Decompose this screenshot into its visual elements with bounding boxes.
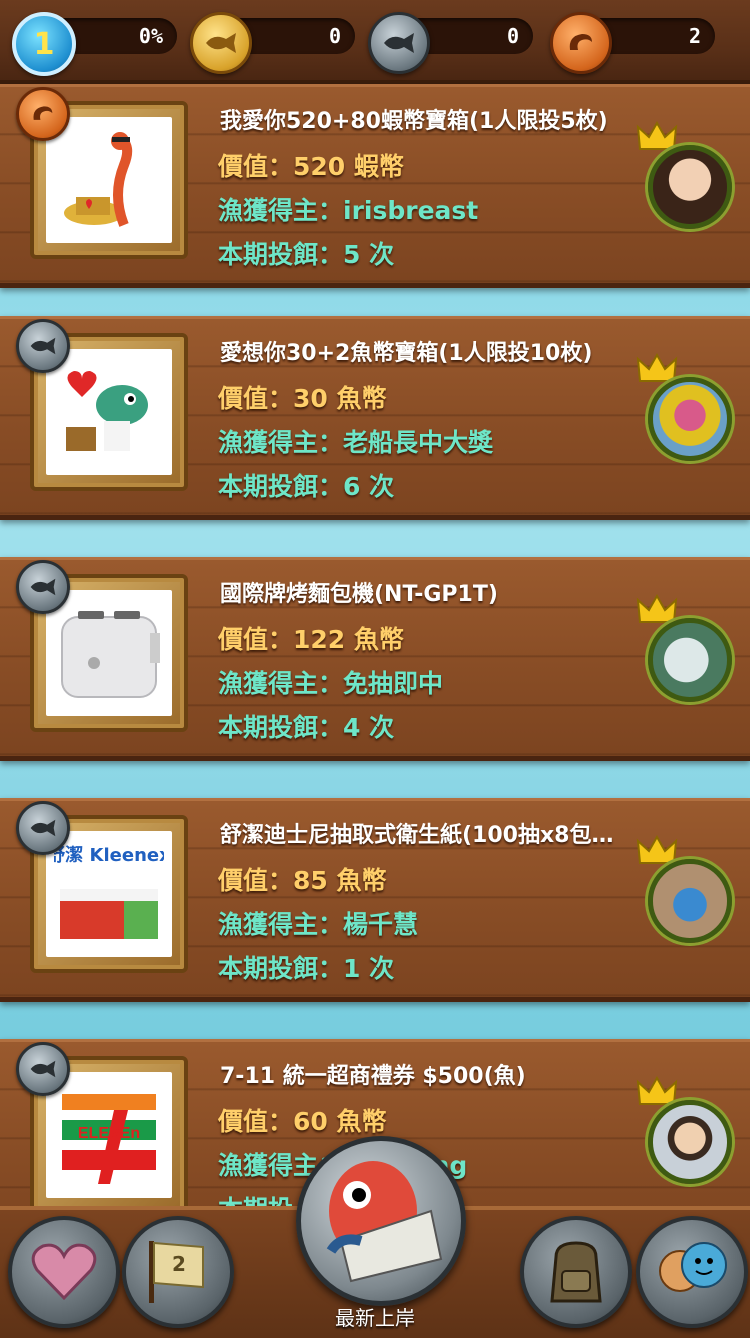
shrimp-coin-icon: [16, 87, 70, 141]
fish-coin-icon: [368, 12, 430, 74]
seven-eleven-logo-icon: ELEVEn: [46, 1072, 172, 1198]
prize-winner: 漁獲得主：老船長中大獎: [218, 428, 494, 457]
fish-coin-icon: [16, 560, 70, 614]
ranking-flag-icon: 2: [149, 1241, 204, 1303]
fish-coin-icon: [16, 319, 70, 373]
backpack-button[interactable]: [520, 1216, 632, 1328]
prize-bait-count: 本期投餌：5 次: [218, 240, 395, 269]
status-bar: 0% 1 0 0 2: [0, 0, 750, 84]
friends-button[interactable]: [636, 1216, 748, 1328]
prize-title: 愛想你30+2魚幣寶箱(1人限投10枚): [220, 341, 593, 366]
tissue-box-brand-text: 舒潔 Kleenex: [54, 844, 164, 866]
news-button[interactable]: [296, 1136, 466, 1306]
shrimp-coin-count: 2: [688, 24, 701, 48]
prize-card[interactable]: 愛想你30+2魚幣寶箱(1人限投10枚) 價值：30 魚幣 漁獲得主：老船長中大…: [0, 316, 750, 520]
prize-bait-count: 本期投餌：4 次: [218, 713, 395, 742]
shrimp-coin-meter: 2: [550, 12, 715, 74]
heart-icon: [31, 1243, 97, 1301]
news-label: 最新上岸: [335, 1306, 415, 1330]
prize-bait-count: 本期投餌：6 次: [218, 472, 395, 501]
prize-winner: 漁獲得主：irisbreast: [218, 196, 479, 225]
fish-coin-icon: [16, 801, 70, 855]
winner-avatar[interactable]: [648, 859, 732, 943]
backpack-icon: [550, 1241, 602, 1303]
prize-winner: 漁獲得主：楊千慧: [218, 910, 419, 939]
news-fish-icon: [326, 1161, 443, 1283]
prize-title: 7-11 統一超商禮券 $500(魚): [220, 1064, 526, 1089]
prize-winner: 漁獲得主：免抽即中: [218, 669, 444, 698]
shrimp-mascot-treasure-icon: [46, 117, 172, 243]
heart-button[interactable]: [8, 1216, 120, 1328]
winner-avatar[interactable]: [648, 377, 732, 461]
gold-coin-icon: [190, 12, 252, 74]
fish-mascot-hearts-icon: [46, 349, 172, 475]
winner-avatar[interactable]: [648, 145, 732, 229]
svg-text:2: 2: [172, 1252, 186, 1276]
tissue-box-icon: 舒潔 Kleenex: [46, 831, 172, 957]
prize-title: 我愛你520+80蝦幣寶箱(1人限投5枚): [220, 109, 608, 134]
fish-coin-count: 0: [506, 24, 519, 48]
level-meter: 0% 1: [12, 12, 177, 76]
seven-eleven-logo-text: ELEVEn: [78, 1125, 140, 1142]
toaster-icon: [46, 590, 172, 716]
prize-value: 價值：122 魚幣: [218, 625, 404, 654]
prize-value: 價值：60 魚幣: [218, 1107, 387, 1136]
prize-card[interactable]: 國際牌烤麵包機(NT-GP1T) 價值：122 魚幣 漁獲得主：免抽即中 本期投…: [0, 557, 750, 761]
winner-avatar[interactable]: [648, 1100, 732, 1184]
level-progress-text: 0%: [138, 24, 163, 48]
prize-value: 價值：85 魚幣: [218, 866, 387, 895]
level-number: 1: [33, 26, 55, 62]
prize-value: 價值：520 蝦幣: [218, 152, 404, 181]
shrimp-coin-icon: [550, 12, 612, 74]
winner-avatar[interactable]: [648, 618, 732, 702]
prize-value: 價值：30 魚幣: [218, 384, 387, 413]
prize-card[interactable]: 舒潔 Kleenex 舒潔迪士尼抽取式衛生紙(100抽x8包… 價值：85 魚幣…: [0, 798, 750, 1002]
prize-card[interactable]: 我愛你520+80蝦幣寶箱(1人限投5枚) 價值：520 蝦幣 漁獲得主：iri…: [0, 84, 750, 288]
prize-title: 舒潔迪士尼抽取式衛生紙(100抽x8包…: [220, 823, 614, 848]
gold-coin-meter: 0: [190, 12, 355, 74]
level-badge-icon: 1: [12, 12, 76, 76]
prize-title: 國際牌烤麵包機(NT-GP1T): [220, 582, 498, 607]
gold-coin-count: 0: [328, 24, 341, 48]
prize-bait-count: 本期投餌：1 次: [218, 954, 395, 983]
fish-coin-meter: 0: [368, 12, 533, 74]
fish-coin-icon: [16, 1042, 70, 1096]
ranking-button[interactable]: 2: [122, 1216, 234, 1328]
friends-icon: [659, 1242, 727, 1292]
